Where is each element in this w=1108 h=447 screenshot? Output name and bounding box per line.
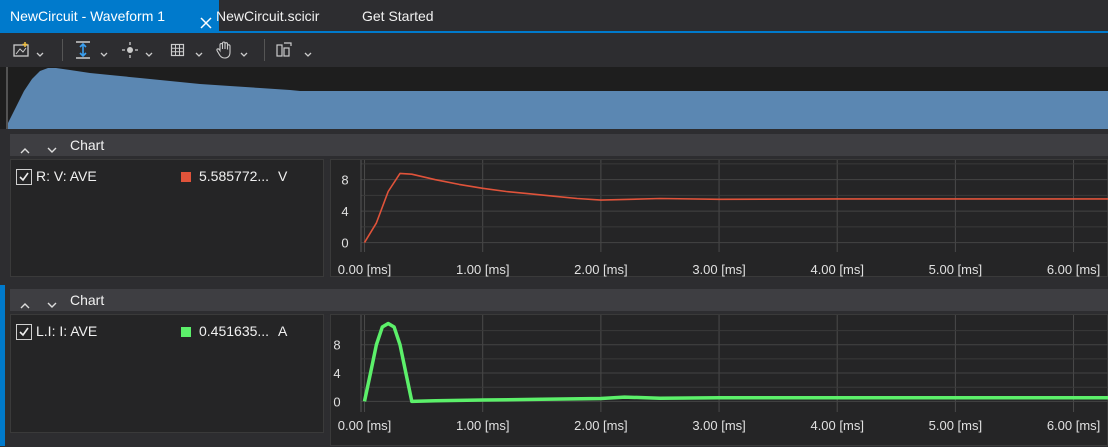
y-tick-label: 0 bbox=[333, 394, 340, 409]
chart-title: Chart bbox=[70, 134, 104, 156]
chevron-down-icon[interactable] bbox=[47, 296, 57, 312]
signal-color-swatch bbox=[181, 327, 191, 337]
x-tick-label: 6.00 [ms] bbox=[1047, 418, 1100, 433]
x-tick-label: 5.00 [ms] bbox=[929, 262, 982, 277]
y-tick-label: 0 bbox=[341, 236, 348, 251]
toolbar bbox=[0, 33, 1108, 67]
signal-value: 0.451635... bbox=[199, 323, 269, 339]
x-tick-label: 1.00 [ms] bbox=[456, 418, 509, 433]
signal-color-swatch bbox=[181, 172, 191, 182]
tab-waveform[interactable]: NewCircuit - Waveform 1 bbox=[0, 0, 219, 31]
chevron-up-icon[interactable] bbox=[20, 141, 30, 157]
chevron-down-icon[interactable] bbox=[47, 141, 57, 157]
x-tick-label: 3.00 [ms] bbox=[692, 262, 745, 277]
chevron-down-icon[interactable] bbox=[304, 45, 312, 51]
x-tick-label: 2.00 [ms] bbox=[574, 262, 627, 277]
series-line bbox=[365, 173, 1108, 242]
toolbar-divider bbox=[62, 39, 63, 61]
toolbar-divider bbox=[264, 39, 265, 61]
x-tick-label: 4.00 [ms] bbox=[810, 262, 863, 277]
tab-get-started[interactable]: Get Started bbox=[362, 0, 434, 31]
current-chart: 0.00 [ms] 1.00 [ms] 2.00 [ms] 3.00 [ms] 4.00… bbox=[331, 315, 1108, 447]
y-tick-label: 8 bbox=[333, 338, 340, 353]
x-tick-label: 1.00 [ms] bbox=[456, 262, 509, 277]
x-tick-label: 2.00 [ms] bbox=[574, 418, 627, 433]
chevron-down-icon[interactable] bbox=[240, 45, 248, 51]
layout-icon[interactable] bbox=[275, 41, 295, 59]
plot-area[interactable]: 0.00 [ms] 1.00 [ms] 2.00 [ms] 3.00 [ms] 4.00… bbox=[330, 159, 1108, 277]
chevron-down-icon[interactable] bbox=[145, 45, 153, 51]
x-tick-label: 0.00 [ms] bbox=[338, 262, 391, 277]
waveform-overview[interactable] bbox=[0, 67, 1108, 129]
signal-unit: A bbox=[278, 323, 287, 339]
chart-section-header: Chart bbox=[10, 134, 1108, 156]
cursor-icon[interactable] bbox=[121, 41, 139, 59]
voltage-chart: 0.00 [ms] 1.00 [ms] 2.00 [ms] 3.00 [ms] 4.00… bbox=[331, 160, 1108, 278]
signal-legend: R: V: AVE 5.585772... V bbox=[10, 159, 324, 277]
signal-unit: V bbox=[278, 168, 287, 184]
signal-value: 5.585772... bbox=[199, 168, 269, 184]
signal-legend: L.I: I: AVE 0.451635... A bbox=[10, 314, 324, 433]
signal-name: R: V: AVE bbox=[36, 168, 97, 184]
series-line bbox=[365, 324, 1108, 402]
chevron-down-icon[interactable] bbox=[195, 45, 203, 51]
signal-checkbox[interactable] bbox=[16, 324, 32, 340]
chart-section-header: Chart bbox=[10, 289, 1108, 311]
tab-label: NewCircuit.scicir bbox=[216, 8, 319, 24]
x-tick-label: 6.00 [ms] bbox=[1047, 262, 1100, 277]
chart-title: Chart bbox=[70, 289, 104, 311]
fit-vertical-icon[interactable] bbox=[73, 41, 93, 59]
y-tick-label: 4 bbox=[333, 366, 340, 381]
signal-name: L.I: I: AVE bbox=[36, 323, 97, 339]
x-tick-label: 0.00 [ms] bbox=[338, 418, 391, 433]
x-tick-label: 3.00 [ms] bbox=[692, 418, 745, 433]
grid-icon[interactable] bbox=[170, 41, 186, 59]
plot-area[interactable]: 0.00 [ms] 1.00 [ms] 2.00 [ms] 3.00 [ms] 4.00… bbox=[330, 314, 1108, 446]
chevron-up-icon[interactable] bbox=[20, 296, 30, 312]
x-tick-label: 4.00 [ms] bbox=[810, 418, 863, 433]
close-icon[interactable] bbox=[199, 9, 213, 23]
tab-bar: NewCircuit - Waveform 1 NewCircuit.scici… bbox=[0, 0, 1108, 33]
overview-area bbox=[0, 67, 1108, 129]
chevron-down-icon[interactable] bbox=[36, 45, 44, 51]
tab-scicir[interactable]: NewCircuit.scicir bbox=[216, 0, 319, 31]
signal-checkbox[interactable] bbox=[16, 169, 32, 185]
chevron-down-icon[interactable] bbox=[100, 45, 108, 51]
tab-label: NewCircuit - Waveform 1 bbox=[10, 8, 165, 24]
y-tick-label: 8 bbox=[341, 173, 348, 188]
tab-label: Get Started bbox=[362, 8, 434, 24]
x-tick-label: 5.00 [ms] bbox=[929, 418, 982, 433]
pan-hand-icon[interactable] bbox=[215, 41, 235, 59]
active-section-indicator bbox=[0, 285, 5, 446]
y-tick-label: 4 bbox=[341, 204, 348, 219]
add-chart-icon[interactable] bbox=[12, 41, 32, 59]
